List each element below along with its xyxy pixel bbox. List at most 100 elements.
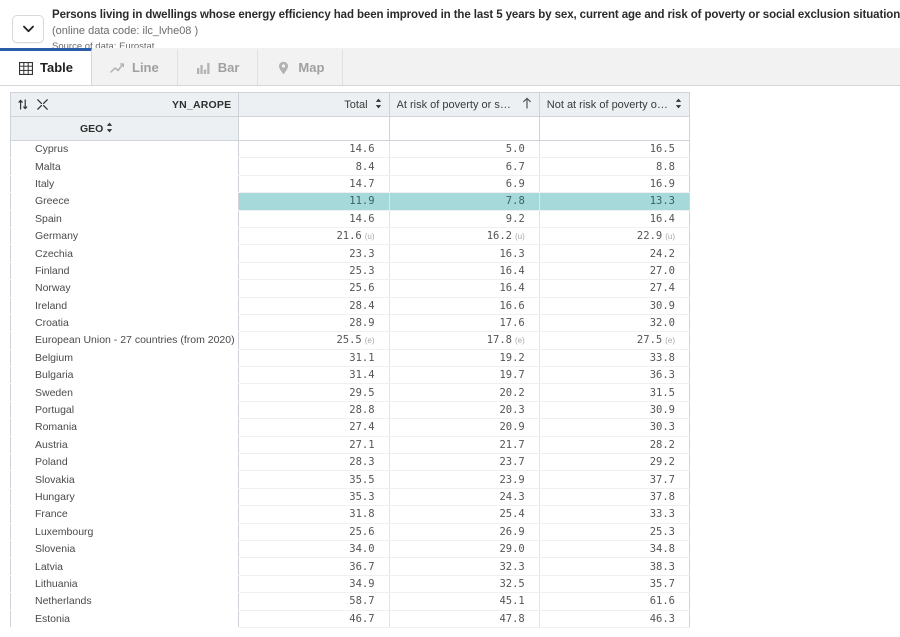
table-cell-value[interactable]: 27.4 <box>238 418 390 437</box>
table-cell-value[interactable]: 24.2 <box>539 244 691 263</box>
tab-table[interactable]: Table <box>0 48 92 85</box>
table-cell-value[interactable]: 27.4 <box>539 279 691 298</box>
table-cell-value[interactable]: 33.3 <box>539 505 691 524</box>
tab-bar[interactable]: Bar <box>177 48 259 85</box>
table-cell-value[interactable]: 20.9 <box>389 418 540 437</box>
table-cell-value[interactable]: 16.4 <box>389 262 540 281</box>
table-cell-value[interactable]: 29.0 <box>389 540 540 559</box>
table-row[interactable]: Finland 25.3 16.4 27.0 <box>9 262 691 281</box>
table-cell-value[interactable]: 14.7 <box>238 175 390 194</box>
table-cell-value[interactable]: 28.4 <box>238 297 390 315</box>
table-cell-value[interactable]: 27.0 <box>539 262 691 281</box>
table-cell-value[interactable]: 6.7 <box>389 157 540 176</box>
sort-updown-icon[interactable] <box>675 98 682 112</box>
table-cell-value[interactable]: 23.7 <box>389 453 540 472</box>
table-cell-value[interactable]: 29.2 <box>539 453 691 472</box>
table-row[interactable]: Malta 8.4 6.7 8.8 <box>9 157 691 176</box>
table-cell-value[interactable]: 16.9 <box>539 175 691 194</box>
sort-asc-icon[interactable] <box>522 97 532 112</box>
table-cell-value[interactable]: 5.0 <box>389 140 540 159</box>
table-cell-value[interactable]: 14.6 <box>238 140 390 159</box>
table-cell-value[interactable]: 16.4 <box>389 279 540 298</box>
table-cell-value[interactable]: 9.2 <box>389 210 540 228</box>
table-row[interactable]: Czechia 23.3 16.3 24.2 <box>9 244 691 263</box>
table-cell-value[interactable]: 36.3 <box>539 366 691 385</box>
table-cell-value[interactable]: 28.9 <box>238 314 390 333</box>
table-row[interactable]: Belgium 31.1 19.2 33.8 <box>9 349 691 368</box>
table-cell-value[interactable]: 47.8 <box>389 610 540 628</box>
column-header-not-at-risk[interactable]: Not at risk of poverty or ... <box>539 92 691 117</box>
table-cell-value[interactable]: 25.3 <box>238 262 390 281</box>
table-cell-value[interactable]: 28.3 <box>238 453 390 472</box>
table-row[interactable]: Latvia 36.7 32.3 38.3 <box>9 557 691 576</box>
sort-updown-icon[interactable] <box>106 122 113 136</box>
table-cell-value[interactable]: 46.3 <box>539 610 691 628</box>
table-cell-value[interactable]: 8.8 <box>539 157 691 176</box>
table-cell-value[interactable]: 26.9 <box>389 523 540 541</box>
table-row[interactable]: Netherlands 58.7 45.1 61.6 <box>9 592 691 611</box>
table-cell-value[interactable]: 30.3 <box>539 418 691 437</box>
table-row[interactable]: Italy 14.7 6.9 16.9 <box>9 175 691 194</box>
table-row[interactable]: Estonia 46.7 47.8 46.3 <box>9 610 691 628</box>
table-cell-value[interactable]: 32.3 <box>389 557 540 576</box>
table-row[interactable]: Sweden 29.5 20.2 31.5 <box>9 383 691 402</box>
table-cell-value[interactable]: 25.3 <box>539 523 691 541</box>
table-cell-value[interactable]: 61.6 <box>539 592 691 611</box>
table-cell-value[interactable]: 35.7 <box>539 575 691 594</box>
table-cell-value[interactable]: 23.3 <box>238 244 390 263</box>
tab-map[interactable]: Map <box>258 48 344 85</box>
table-cell-value[interactable]: 25.4 <box>389 505 540 524</box>
table-row[interactable]: Slovakia 35.5 23.9 37.7 <box>9 470 691 489</box>
table-cell-value[interactable]: 31.8 <box>238 505 390 524</box>
table-row[interactable]: European Union - 27 countries (from 2020… <box>9 331 691 350</box>
table-cell-value[interactable]: 16.4 <box>539 210 691 228</box>
sort-updown-icon[interactable] <box>375 98 382 112</box>
table-cell-value[interactable]: 27.5 (e) <box>539 331 691 350</box>
table-cell-value[interactable]: 31.5 <box>539 383 691 402</box>
table-cell-value[interactable]: 14.6 <box>238 210 390 228</box>
table-cell-value[interactable]: 33.8 <box>539 349 691 368</box>
table-row[interactable]: Spain 14.6 9.2 16.4 <box>9 210 691 228</box>
table-cell-value[interactable]: 11.9 <box>238 192 390 211</box>
table-cell-value[interactable]: 34.8 <box>539 540 691 559</box>
table-row[interactable]: Romania 27.4 20.9 30.3 <box>9 418 691 437</box>
table-cell-value[interactable]: 58.7 <box>238 592 390 611</box>
table-cell-value[interactable]: 34.0 <box>238 540 390 559</box>
table-cell-value[interactable]: 30.9 <box>539 297 691 315</box>
table-row[interactable]: Germany 21.6 (u) 16.2 (u) 22.9 (u) <box>9 227 691 246</box>
table-cell-value[interactable]: 20.2 <box>389 383 540 402</box>
collapse-toggle-button[interactable] <box>12 15 44 43</box>
sort-updown-icon[interactable] <box>18 99 28 110</box>
table-cell-value[interactable]: 16.6 <box>389 297 540 315</box>
table-cell-value[interactable]: 25.6 <box>238 279 390 298</box>
table-row[interactable]: Norway 25.6 16.4 27.4 <box>9 279 691 298</box>
tab-line[interactable]: Line <box>92 48 178 85</box>
table-cell-value[interactable]: 8.4 <box>238 157 390 176</box>
geo-header-cell[interactable]: GEO <box>9 116 240 141</box>
table-cell-value[interactable]: 31.4 <box>238 366 390 385</box>
table-cell-value[interactable]: 32.0 <box>539 314 691 333</box>
table-cell-value[interactable]: 46.7 <box>238 610 390 628</box>
column-header-total[interactable]: Total <box>238 92 390 117</box>
table-cell-value[interactable]: 31.1 <box>238 349 390 368</box>
collapse-arrows-icon[interactable] <box>37 99 48 110</box>
table-row[interactable]: Bulgaria 31.4 19.7 36.3 <box>9 366 691 385</box>
table-row[interactable]: Lithuania 34.9 32.5 35.7 <box>9 575 691 594</box>
table-cell-value[interactable]: 17.6 <box>389 314 540 333</box>
table-row[interactable]: Hungary 35.3 24.3 37.8 <box>9 488 691 507</box>
table-cell-value[interactable]: 25.5 (e) <box>238 331 390 350</box>
table-cell-value[interactable]: 29.5 <box>238 383 390 402</box>
table-cell-value[interactable]: 23.9 <box>389 470 540 489</box>
table-row[interactable]: Austria 27.1 21.7 28.2 <box>9 436 691 455</box>
table-row[interactable]: France 31.8 25.4 33.3 <box>9 505 691 524</box>
table-cell-value[interactable]: 6.9 <box>389 175 540 194</box>
table-cell-value[interactable]: 37.7 <box>539 470 691 489</box>
table-cell-value[interactable]: 38.3 <box>539 557 691 576</box>
table-cell-value[interactable]: 45.1 <box>389 592 540 611</box>
table-cell-value[interactable]: 30.9 <box>539 401 691 420</box>
table-cell-value[interactable]: 21.7 <box>389 436 540 455</box>
table-cell-value[interactable]: 25.6 <box>238 523 390 541</box>
table-row[interactable]: Slovenia 34.0 29.0 34.8 <box>9 540 691 559</box>
table-row[interactable]: Ireland 28.4 16.6 30.9 <box>9 297 691 315</box>
table-cell-value[interactable]: 27.1 <box>238 436 390 455</box>
